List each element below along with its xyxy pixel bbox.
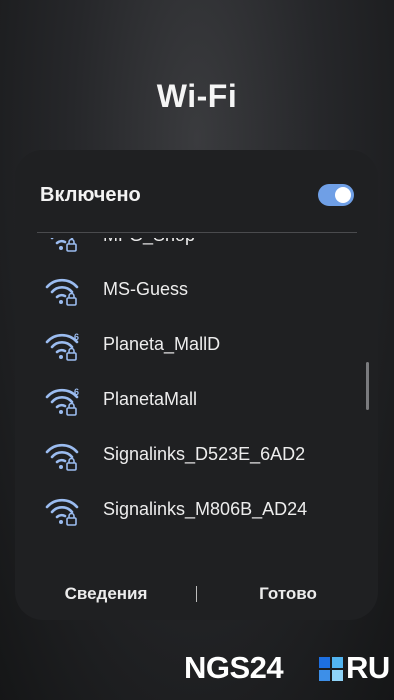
toggle-knob xyxy=(335,187,351,203)
dialog-actions: Сведения Готово xyxy=(15,582,378,608)
divider xyxy=(37,232,357,233)
wifi-lock-icon xyxy=(45,498,79,526)
wifi-lock-icon xyxy=(45,278,79,306)
wifi-dialog: Включено MFG_Shop xyxy=(15,150,378,620)
network-name: Signalinks_D523E_6AD2 xyxy=(103,444,306,464)
wifi6-badge: 6 xyxy=(74,387,79,397)
scrollbar[interactable] xyxy=(366,362,369,410)
page-title: Wi-Fi xyxy=(156,78,238,114)
wifi6-lock-icon: 6 xyxy=(45,332,79,361)
action-separator xyxy=(196,586,197,602)
network-name: MFG_Shop xyxy=(103,238,195,246)
network-name: PlanetaMall xyxy=(103,389,198,409)
wifi6-badge: 6 xyxy=(74,332,79,342)
wifi-lock-icon xyxy=(45,443,79,471)
network-name: MS-Guess xyxy=(103,279,189,299)
network-item[interactable]: MS-Guess xyxy=(15,263,378,317)
network-name: Planeta_MallD xyxy=(103,334,221,354)
network-name: Signalinks_M806B_AD24 xyxy=(103,499,308,519)
wifi-toggle-row[interactable]: Включено xyxy=(15,180,378,212)
details-button[interactable]: Сведения xyxy=(31,584,181,604)
wifi-lock-icon xyxy=(50,238,77,252)
network-item[interactable]: 6 Planeta_MallD xyxy=(15,318,378,372)
ngs-squares-icon xyxy=(319,657,344,682)
watermark-text: NGS24 xyxy=(184,650,284,685)
network-item[interactable]: MFG_Shop xyxy=(15,238,378,263)
network-list[interactable]: MFG_Shop MS-Guess 6 Pl xyxy=(15,238,378,540)
watermark-domain: RU xyxy=(346,650,390,685)
network-item[interactable]: Signalinks_M806B_AD24 xyxy=(15,483,378,537)
wifi6-lock-icon: 6 xyxy=(45,387,79,416)
done-button[interactable]: Готово xyxy=(213,584,363,604)
wifi-toggle-switch[interactable] xyxy=(318,184,354,206)
wifi-toggle-label: Включено xyxy=(40,184,141,206)
network-item[interactable]: Signalinks_D523E_6AD2 xyxy=(15,428,378,482)
network-item[interactable]: 6 PlanetaMall xyxy=(15,373,378,427)
